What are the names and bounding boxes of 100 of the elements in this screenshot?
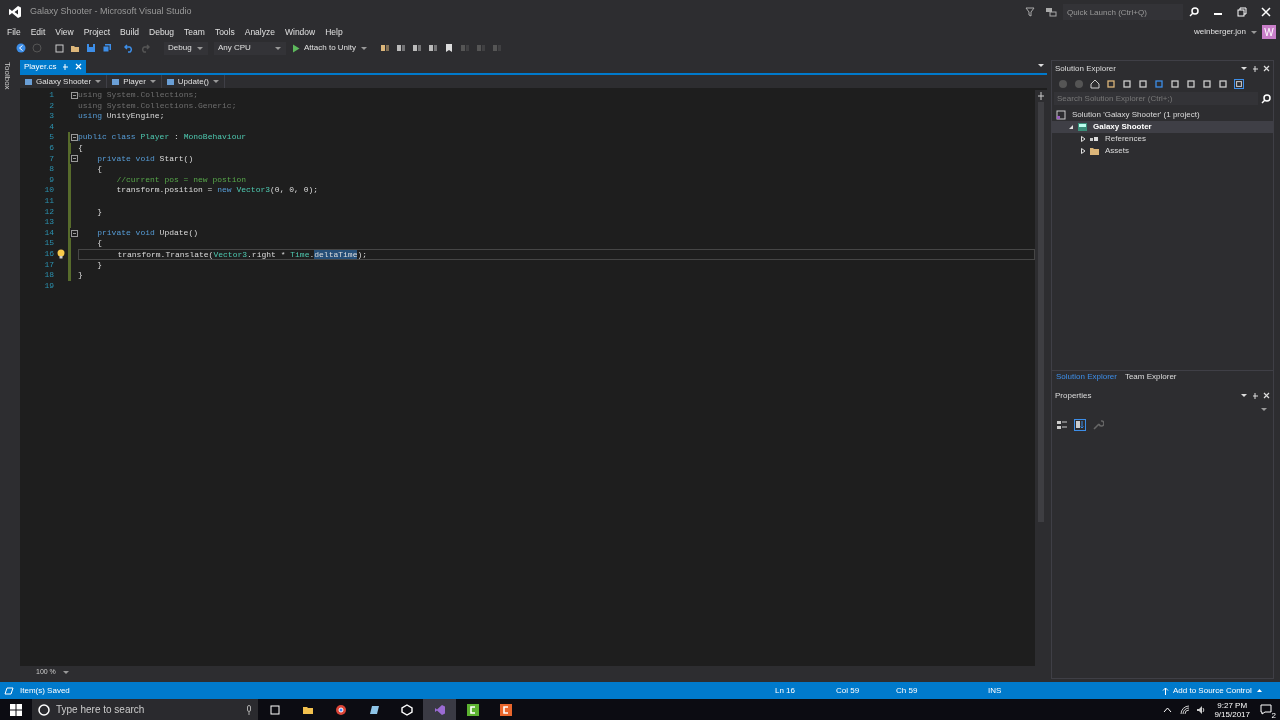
code-line: } — [78, 270, 83, 280]
unity-icon[interactable] — [400, 703, 413, 716]
lightbulb-icon[interactable] — [57, 249, 65, 260]
references-icon — [1089, 134, 1100, 144]
save-all-icon[interactable] — [102, 43, 112, 53]
search-input[interactable]: Type here to search — [56, 702, 240, 717]
new-item-icon[interactable] — [54, 43, 64, 53]
close-icon[interactable] — [1263, 65, 1270, 72]
search-icon[interactable] — [1189, 7, 1199, 17]
tree-item[interactable]: Galaxy Shooter — [1052, 121, 1273, 133]
menu-item[interactable]: Team — [179, 25, 210, 39]
collapsed-arrow-icon[interactable] — [1080, 148, 1086, 154]
toolbar-icon[interactable] — [380, 43, 391, 53]
caret-icon[interactable] — [1240, 66, 1248, 71]
line-number: 7 — [48, 153, 54, 165]
home-icon[interactable] — [1090, 79, 1100, 89]
categorized-icon[interactable] — [1056, 419, 1068, 431]
notifications-icon[interactable] — [1260, 704, 1272, 715]
class-icon — [111, 77, 121, 86]
refresh-icon[interactable] — [1154, 79, 1164, 89]
pin-icon[interactable] — [1252, 64, 1259, 73]
configuration-dropdown[interactable]: Debug — [164, 41, 208, 55]
user-name[interactable]: weinberger.jon — [1193, 26, 1246, 38]
menu-item[interactable]: Edit — [25, 25, 51, 39]
toolbar-icon[interactable] — [428, 43, 439, 53]
collapsed-arrow-icon[interactable] — [1080, 136, 1086, 142]
platform-dropdown[interactable]: Any CPU — [214, 41, 286, 55]
notepad-icon[interactable] — [367, 703, 380, 716]
code-line: using UnityEngine; — [78, 111, 165, 121]
toolbar-icon[interactable] — [396, 43, 407, 53]
taskbar-search-field[interactable]: Type here to search — [32, 699, 258, 720]
code-line: //current pos = new postion — [115, 174, 247, 184]
project-icon — [24, 77, 33, 86]
line-number: 1 — [48, 90, 54, 101]
caret-icon[interactable] — [1037, 63, 1045, 68]
wifi-icon[interactable] — [1180, 704, 1191, 715]
pin-icon[interactable] — [1252, 391, 1259, 400]
feedback-icon[interactable] — [1045, 7, 1057, 17]
search-icon[interactable] — [1261, 93, 1271, 104]
restore-icon[interactable] — [1237, 7, 1247, 17]
line-indicator: Ln 16 — [775, 684, 797, 697]
solution-icon — [1056, 110, 1067, 120]
alphabetical-icon[interactable] — [1074, 419, 1086, 431]
cortana-circle-icon — [38, 703, 50, 716]
visual-studio-icon[interactable] — [433, 703, 446, 716]
caret-icon[interactable] — [1250, 29, 1258, 35]
menu-item[interactable]: Help — [320, 25, 348, 39]
line-number: 4 — [48, 121, 54, 133]
bookmark-icon[interactable] — [444, 43, 455, 53]
line-number: 5 — [48, 132, 54, 143]
caret-icon — [1255, 688, 1263, 693]
caret-icon[interactable] — [1240, 393, 1248, 398]
line-number: 18 — [43, 270, 54, 281]
panel-tab[interactable]: Solution Explorer — [1052, 371, 1121, 382]
menu-item[interactable]: Tools — [209, 25, 240, 39]
split-icon[interactable] — [1037, 92, 1045, 100]
save-icon[interactable] — [86, 43, 96, 53]
tree-item[interactable]: Solution 'Galaxy Shooter' (1 project) — [1052, 109, 1273, 121]
line-number: 3 — [48, 111, 54, 122]
expanded-arrow-icon[interactable] — [1068, 124, 1074, 130]
code-line: using System.Collections; — [78, 90, 199, 99]
line-number: 19 — [43, 280, 54, 292]
camtasia-recorder-icon[interactable] — [499, 703, 512, 716]
close-icon[interactable] — [1263, 392, 1270, 399]
code-line: using System.Collections.Generic; — [78, 100, 237, 110]
task-view-icon[interactable] — [268, 703, 281, 716]
camtasia-icon[interactable] — [466, 703, 479, 716]
caret-icon — [211, 79, 220, 84]
filter-icon[interactable] — [1025, 7, 1035, 17]
windows-start-icon[interactable] — [10, 703, 22, 716]
toolbox-tab[interactable]: Toolbox — [1, 62, 13, 90]
menu-item[interactable]: Window — [279, 25, 321, 39]
speaker-icon[interactable] — [1196, 704, 1207, 715]
toolbar-icon[interactable] — [412, 43, 423, 53]
menu-item[interactable]: File — [2, 25, 26, 39]
quick-launch-field[interactable]: Quick Launch (Ctrl+Q) — [1063, 4, 1183, 20]
tree-item[interactable]: References — [1052, 133, 1273, 145]
menu-item[interactable]: View — [50, 25, 79, 39]
panel-title: Solution Explorer — [1055, 62, 1117, 75]
chrome-icon[interactable] — [334, 703, 347, 716]
tree-item[interactable]: Assets — [1052, 145, 1273, 157]
code-line: } — [96, 259, 102, 269]
line-number: 15 — [43, 238, 54, 249]
caret-icon — [1260, 406, 1268, 412]
line-number: 8 — [48, 164, 54, 175]
caret-icon — [196, 45, 204, 51]
menu-item[interactable]: Build — [115, 25, 144, 39]
insert-mode-indicator: INS — [988, 684, 1003, 697]
menu-item[interactable]: Debug — [144, 25, 180, 39]
menu-item[interactable]: Project — [78, 25, 116, 39]
menu-item[interactable]: Analyze — [239, 25, 280, 39]
column-indicator: Col 59 — [836, 684, 861, 697]
clock-date[interactable]: 9/15/2017 — [1214, 709, 1250, 719]
panel-tab[interactable]: Team Explorer — [1120, 371, 1181, 382]
code-line: transform.Translate(Vector3.right * Time.deltaTime); — [116, 249, 368, 259]
chevron-up-icon[interactable] — [1163, 706, 1173, 713]
attach-to-unity-button[interactable]: Attach to Unity — [292, 42, 369, 54]
clock-time[interactable]: 9:27 PM — [1217, 700, 1248, 710]
undo-icon[interactable] — [124, 43, 134, 53]
source-control-button[interactable]: Add to Source Control — [1162, 684, 1263, 697]
